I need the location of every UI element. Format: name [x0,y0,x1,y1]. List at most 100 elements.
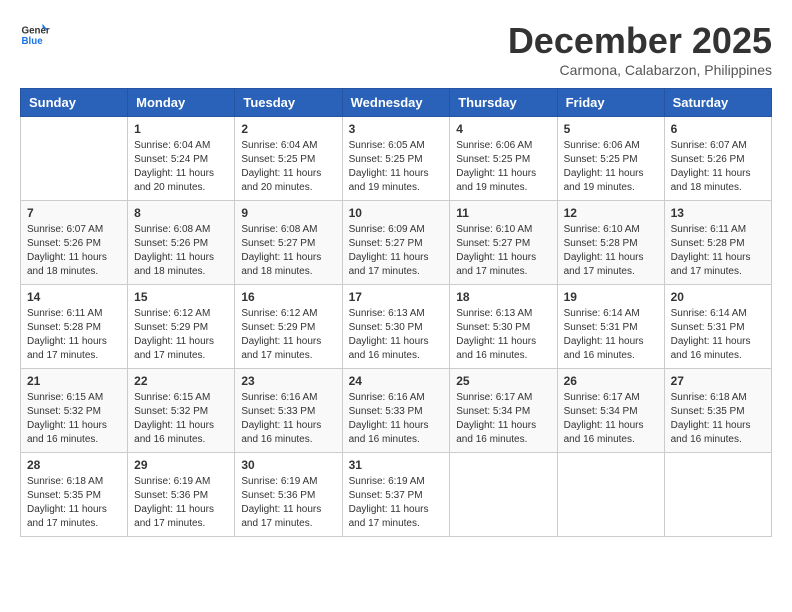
day-info: Sunrise: 6:06 AMSunset: 5:25 PMDaylight:… [456,139,550,195]
month-title: December 2025 [508,20,772,62]
weekday-header-wednesday: Wednesday [342,89,450,117]
weekday-header-sunday: Sunday [21,89,128,117]
day-number: 31 [349,458,444,472]
calendar-cell: 10 Sunrise: 6:09 AMSunset: 5:27 PMDayligh… [342,201,450,285]
day-number: 20 [671,290,765,304]
calendar-cell: 14 Sunrise: 6:11 AMSunset: 5:28 PMDayligh… [21,285,128,369]
day-number: 12 [564,206,658,220]
day-info: Sunrise: 6:17 AMSunset: 5:34 PMDaylight:… [456,391,550,447]
calendar-cell: 22Sunrise: 6:15 AMSunset: 5:32 PMDayligh… [128,369,235,453]
day-number: 23 [241,374,335,388]
day-info: Sunrise: 6:13 AMSunset: 5:30 PMDaylight:… [349,307,444,363]
weekday-header-monday: Monday [128,89,235,117]
calendar-cell: 13Sunrise: 6:11 AMSunset: 5:28 PMDayligh… [664,201,771,285]
location-subtitle: Carmona, Calabarzon, Philippines [508,62,772,78]
weekday-header-saturday: Saturday [664,89,771,117]
calendar-cell: 25 Sunrise: 6:17 AMSunset: 5:34 PMDayligh… [450,369,557,453]
day-info: Sunrise: 6:04 AMSunset: 5:25 PMDaylight:… [241,139,335,195]
weekday-header-tuesday: Tuesday [235,89,342,117]
day-number: 15 [134,290,228,304]
calendar-week-5: 28 Sunrise: 6:18 AMSunset: 5:35 PMDayligh… [21,453,772,537]
calendar-cell: 20 Sunrise: 6:14 AMSunset: 5:31 PMDayligh… [664,285,771,369]
day-info: Sunrise: 6:19 AMSunset: 5:36 PMDaylight:… [134,475,228,531]
day-info: Sunrise: 6:06 AMSunset: 5:25 PMDaylight:… [564,139,658,195]
page-header: General Blue December 2025 Carmona, Cala… [20,20,772,78]
day-number: 5 [564,122,658,136]
day-number: 27 [671,374,765,388]
day-info: Sunrise: 6:09 AMSunset: 5:27 PMDaylight:… [349,223,444,279]
svg-text:Blue: Blue [22,36,44,47]
calendar-cell: 6Sunrise: 6:07 AMSunset: 5:26 PMDaylight… [664,117,771,201]
day-info: Sunrise: 6:12 AMSunset: 5:29 PMDaylight:… [134,307,228,363]
calendar-cell: 11 Sunrise: 6:10 AMSunset: 5:27 PMDayligh… [450,201,557,285]
calendar-cell: 21 Sunrise: 6:15 AMSunset: 5:32 PMDayligh… [21,369,128,453]
calendar-cell: 18Sunrise: 6:13 AMSunset: 5:30 PMDayligh… [450,285,557,369]
day-number: 30 [241,458,335,472]
day-info: Sunrise: 6:15 AMSunset: 5:32 PMDaylight:… [27,391,121,447]
calendar-cell: 31 Sunrise: 6:19 AMSunset: 5:37 PMDayligh… [342,453,450,537]
logo-icon: General Blue [20,20,50,50]
weekday-header-friday: Friday [557,89,664,117]
day-info: Sunrise: 6:05 AMSunset: 5:25 PMDaylight:… [349,139,444,195]
calendar-week-2: 7Sunrise: 6:07 AMSunset: 5:26 PMDaylight… [21,201,772,285]
day-number: 10 [349,206,444,220]
calendar-cell [21,117,128,201]
day-number: 25 [456,374,550,388]
day-number: 4 [456,122,550,136]
day-info: Sunrise: 6:04 AMSunset: 5:24 PMDaylight:… [134,139,228,195]
day-info: Sunrise: 6:18 AMSunset: 5:35 PMDaylight:… [27,475,121,531]
calendar-cell: 15 Sunrise: 6:12 AMSunset: 5:29 PMDayligh… [128,285,235,369]
day-number: 18 [456,290,550,304]
calendar-cell: 12 Sunrise: 6:10 AMSunset: 5:28 PMDayligh… [557,201,664,285]
day-number: 3 [349,122,444,136]
calendar-cell [450,453,557,537]
calendar-cell [557,453,664,537]
day-number: 1 [134,122,228,136]
day-number: 11 [456,206,550,220]
calendar-cell: 2 Sunrise: 6:04 AMSunset: 5:25 PMDaylight… [235,117,342,201]
day-number: 26 [564,374,658,388]
calendar-header-row: SundayMondayTuesdayWednesdayThursdayFrid… [21,89,772,117]
day-number: 16 [241,290,335,304]
day-number: 28 [27,458,121,472]
calendar-cell: 19Sunrise: 6:14 AMSunset: 5:31 PMDayligh… [557,285,664,369]
day-info: Sunrise: 6:16 AMSunset: 5:33 PMDaylight:… [349,391,444,447]
calendar-cell: 3 Sunrise: 6:05 AMSunset: 5:25 PMDaylight… [342,117,450,201]
calendar-week-1: 1 Sunrise: 6:04 AMSunset: 5:24 PMDaylight… [21,117,772,201]
day-number: 2 [241,122,335,136]
day-info: Sunrise: 6:08 AMSunset: 5:26 PMDaylight:… [134,223,228,279]
day-number: 6 [671,122,765,136]
day-info: Sunrise: 6:10 AMSunset: 5:27 PMDaylight:… [456,223,550,279]
calendar-cell: 23 Sunrise: 6:16 AMSunset: 5:33 PMDayligh… [235,369,342,453]
day-number: 14 [27,290,121,304]
day-info: Sunrise: 6:08 AMSunset: 5:27 PMDaylight:… [241,223,335,279]
logo: General Blue [20,20,50,50]
day-info: Sunrise: 6:11 AMSunset: 5:28 PMDaylight:… [27,307,121,363]
calendar-cell: 29Sunrise: 6:19 AMSunset: 5:36 PMDayligh… [128,453,235,537]
calendar-body: 1 Sunrise: 6:04 AMSunset: 5:24 PMDaylight… [21,117,772,537]
day-info: Sunrise: 6:14 AMSunset: 5:31 PMDaylight:… [671,307,765,363]
svg-text:General: General [22,26,51,37]
calendar-cell: 27 Sunrise: 6:18 AMSunset: 5:35 PMDayligh… [664,369,771,453]
calendar-cell [664,453,771,537]
day-number: 17 [349,290,444,304]
day-number: 22 [134,374,228,388]
day-info: Sunrise: 6:19 AMSunset: 5:37 PMDaylight:… [349,475,444,531]
day-number: 24 [349,374,444,388]
calendar-week-4: 21 Sunrise: 6:15 AMSunset: 5:32 PMDayligh… [21,369,772,453]
day-info: Sunrise: 6:16 AMSunset: 5:33 PMDaylight:… [241,391,335,447]
day-number: 21 [27,374,121,388]
calendar-cell: 16Sunrise: 6:12 AMSunset: 5:29 PMDayligh… [235,285,342,369]
calendar-cell: 17 Sunrise: 6:13 AMSunset: 5:30 PMDayligh… [342,285,450,369]
day-info: Sunrise: 6:18 AMSunset: 5:35 PMDaylight:… [671,391,765,447]
day-info: Sunrise: 6:17 AMSunset: 5:34 PMDaylight:… [564,391,658,447]
day-info: Sunrise: 6:07 AMSunset: 5:26 PMDaylight:… [27,223,121,279]
day-info: Sunrise: 6:10 AMSunset: 5:28 PMDaylight:… [564,223,658,279]
calendar-cell: 1 Sunrise: 6:04 AMSunset: 5:24 PMDaylight… [128,117,235,201]
weekday-header-thursday: Thursday [450,89,557,117]
day-number: 13 [671,206,765,220]
calendar-cell: 8Sunrise: 6:08 AMSunset: 5:26 PMDaylight… [128,201,235,285]
calendar-cell: 26 Sunrise: 6:17 AMSunset: 5:34 PMDayligh… [557,369,664,453]
calendar-cell: 30Sunrise: 6:19 AMSunset: 5:36 PMDayligh… [235,453,342,537]
title-block: December 2025 Carmona, Calabarzon, Phili… [508,20,772,78]
